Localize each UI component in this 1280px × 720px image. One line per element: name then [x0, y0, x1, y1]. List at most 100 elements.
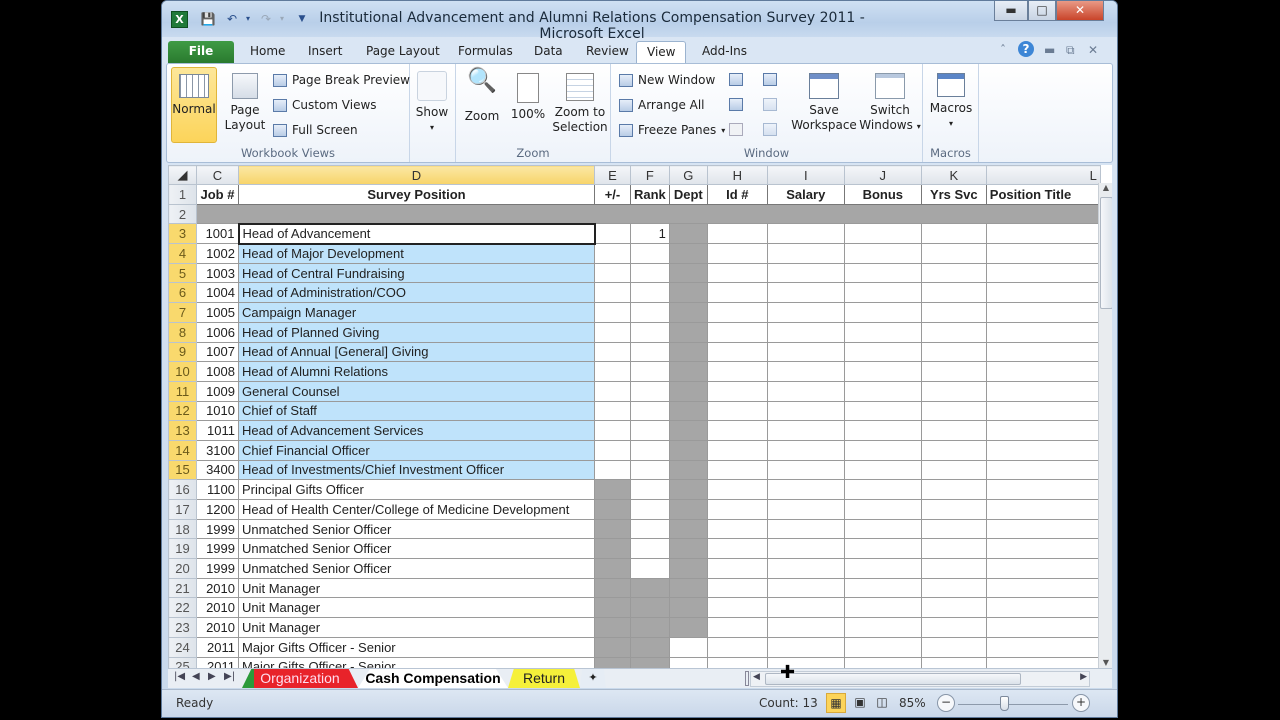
cell-salary[interactable]: [766, 321, 845, 343]
row-header[interactable]: 13: [168, 420, 197, 441]
header-cell-dept[interactable]: Dept: [668, 184, 708, 205]
workbook-restore-icon[interactable]: ⧉: [1066, 43, 1075, 58]
header-cell-survey-position[interactable]: Survey Position: [238, 184, 595, 205]
undo-icon[interactable]: ↶: [224, 12, 240, 26]
cell-bonus[interactable]: [843, 538, 922, 560]
row-header[interactable]: 24: [168, 636, 197, 658]
zoom-out-icon[interactable]: −: [937, 694, 955, 712]
cell-yrs-svc[interactable]: [920, 636, 987, 658]
cell-survey-position[interactable]: Unmatched Senior Officer: [238, 538, 595, 560]
cell-job[interactable]: 1005: [196, 302, 239, 323]
cell-plus-minus[interactable]: [594, 223, 631, 245]
zoom-to-selection-button[interactable]: Zoom to Selection: [552, 67, 608, 135]
cell-bonus[interactable]: [843, 459, 922, 481]
cell-job[interactable]: 1003: [196, 262, 239, 284]
cell-salary[interactable]: [766, 439, 845, 461]
cell-dept[interactable]: [668, 380, 708, 402]
zoom-level[interactable]: 85%: [899, 696, 926, 710]
cell-position-title[interactable]: [985, 499, 1101, 520]
cell-rank[interactable]: [630, 380, 670, 402]
cell-job[interactable]: 2011: [196, 636, 239, 658]
cell-dept[interactable]: [668, 282, 708, 304]
cell-dept[interactable]: [668, 518, 708, 540]
cell-yrs-svc[interactable]: [920, 262, 987, 284]
row-header[interactable]: 2: [168, 203, 197, 225]
cell-bonus[interactable]: [843, 321, 922, 343]
select-all-corner[interactable]: ◢: [168, 165, 197, 185]
cell-bonus[interactable]: [843, 361, 922, 382]
cell-rank[interactable]: [630, 243, 670, 264]
vertical-scrollbar[interactable]: ▲ ▼: [1098, 183, 1112, 669]
cell-dept[interactable]: [668, 243, 708, 264]
cell-id[interactable]: [706, 302, 768, 323]
cell-position-title[interactable]: [985, 223, 1101, 245]
tab-review[interactable]: Review: [576, 41, 639, 63]
row-header[interactable]: 6: [168, 282, 197, 304]
cell-survey-position[interactable]: Unmatched Senior Officer: [238, 518, 595, 540]
row-header[interactable]: 23: [168, 617, 197, 638]
worksheet-grid[interactable]: ◢ C D E F G H I J K L 1 Job # Survey Pos…: [168, 165, 1112, 669]
cell-survey-position[interactable]: Head of Planned Giving: [238, 321, 595, 343]
hide-button[interactable]: [729, 98, 743, 111]
redo-icon[interactable]: ↷: [258, 12, 274, 26]
cell-survey-position[interactable]: Head of Administration/COO: [238, 282, 595, 304]
cell-dept[interactable]: [668, 223, 708, 245]
cell-yrs-svc[interactable]: [920, 341, 987, 363]
split-button[interactable]: [729, 73, 743, 86]
cell-position-title[interactable]: [985, 302, 1101, 323]
cell-bonus[interactable]: [843, 243, 922, 264]
cell-survey-position[interactable]: Unit Manager: [238, 597, 595, 619]
cell-rank[interactable]: [630, 361, 670, 382]
cell-dept[interactable]: [668, 361, 708, 382]
cell-dept[interactable]: [668, 302, 708, 323]
cell-salary[interactable]: [766, 282, 845, 304]
tab-split-handle[interactable]: [745, 671, 749, 686]
cell-id[interactable]: [706, 400, 768, 422]
cell-bonus[interactable]: [843, 577, 922, 599]
cell-id[interactable]: [706, 479, 768, 500]
cell-rank[interactable]: [630, 617, 670, 638]
full-screen-button[interactable]: Full Screen: [273, 123, 358, 137]
workbook-close-icon[interactable]: ✕: [1088, 43, 1098, 57]
cell-job[interactable]: 1001: [196, 223, 239, 245]
cell-position-title[interactable]: [985, 459, 1101, 481]
header-cell-salary[interactable]: Salary: [766, 184, 845, 205]
cell-job[interactable]: 1006: [196, 321, 239, 343]
first-sheet-icon[interactable]: |◀: [174, 671, 185, 682]
cell-id[interactable]: [706, 459, 768, 481]
cell-survey-position[interactable]: Head of Major Development: [238, 243, 595, 264]
cell-bonus[interactable]: [843, 597, 922, 619]
cell-position-title[interactable]: [985, 518, 1101, 540]
cell-yrs-svc[interactable]: [920, 597, 987, 619]
column-header-c[interactable]: C: [196, 165, 239, 185]
cell-bonus[interactable]: [843, 636, 922, 658]
row-header[interactable]: 1: [168, 184, 197, 205]
row-header[interactable]: 12: [168, 400, 197, 422]
cell-salary[interactable]: [766, 617, 845, 638]
cell-id[interactable]: [706, 636, 768, 658]
scroll-right-icon[interactable]: ▶: [1080, 672, 1087, 682]
row-header[interactable]: 14: [168, 439, 197, 461]
column-header-h[interactable]: H: [706, 165, 768, 185]
cell-bonus[interactable]: [843, 439, 922, 461]
cell-job[interactable]: 2010: [196, 617, 239, 638]
maximize-button[interactable]: □: [1028, 1, 1056, 21]
cell-id[interactable]: [706, 499, 768, 520]
customize-qat-icon[interactable]: ▼: [294, 12, 310, 26]
cell-salary[interactable]: [766, 459, 845, 481]
cell-job[interactable]: 1007: [196, 341, 239, 363]
cell-plus-minus[interactable]: [594, 262, 631, 284]
cell-dept[interactable]: [668, 636, 708, 658]
cell-bonus[interactable]: [843, 479, 922, 500]
last-sheet-icon[interactable]: ▶|: [224, 671, 235, 682]
cell-survey-position[interactable]: Head of Advancement Services: [238, 420, 595, 441]
cell-dept[interactable]: [668, 538, 708, 560]
cell-salary[interactable]: [766, 558, 845, 579]
cell-survey-position[interactable]: Head of Investments/Chief Investment Off…: [238, 459, 595, 481]
cell-rank[interactable]: [630, 282, 670, 304]
cell-plus-minus[interactable]: [594, 420, 631, 441]
cell-rank[interactable]: [630, 538, 670, 560]
cell-survey-position[interactable]: Chief Financial Officer: [238, 439, 595, 461]
cell-id[interactable]: [706, 617, 768, 638]
cell-rank[interactable]: [630, 321, 670, 343]
